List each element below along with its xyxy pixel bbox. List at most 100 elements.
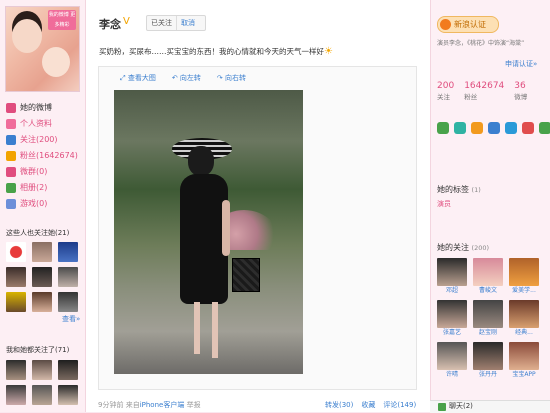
unfollow-link[interactable]: 取消 — [177, 16, 199, 30]
photo-leg — [212, 302, 218, 358]
rotate-right-link[interactable]: ↷ 向右转 — [217, 73, 246, 83]
fans-icon — [6, 151, 16, 161]
user-avatar[interactable] — [58, 292, 78, 312]
app-icon[interactable] — [454, 122, 466, 134]
favorite-link[interactable]: 收藏 — [361, 400, 375, 410]
user-avatar[interactable] — [32, 242, 52, 262]
user-avatar — [437, 342, 467, 370]
app-icon[interactable] — [488, 122, 500, 134]
user-avatar[interactable] — [6, 267, 26, 287]
avatar-mother-face — [12, 19, 42, 53]
user-avatar — [509, 300, 539, 328]
follow-item[interactable]: 许晴 — [437, 342, 467, 380]
user-avatar[interactable] — [58, 360, 78, 380]
follow-item[interactable]: 爱美学... — [509, 258, 539, 296]
image-tools: ⤢ 查看大图 ↶ 向左转 ↷ 向右转 — [120, 73, 246, 83]
app-icon[interactable] — [437, 122, 449, 134]
nav-item-weibo[interactable]: 她的微博 — [6, 100, 82, 116]
user-avatar[interactable] — [32, 360, 52, 380]
photo-leg — [194, 302, 200, 354]
more-link[interactable]: 查看» — [62, 314, 80, 324]
user-avatar — [509, 258, 539, 286]
follow-icon — [6, 135, 16, 145]
nav-item-groups[interactable]: 微群(0) — [6, 164, 82, 180]
follow-item[interactable]: 赵宝刚 — [473, 300, 503, 338]
photo-arm — [222, 200, 230, 256]
photo-bag — [232, 258, 260, 292]
follow-item[interactable]: 张嘉艺 — [437, 300, 467, 338]
common-follow-grid — [6, 360, 78, 405]
app-icon[interactable] — [539, 122, 550, 134]
tags-title: 她的标签 (1) — [437, 185, 481, 194]
user-avatar[interactable] — [32, 292, 52, 312]
follow-item[interactable]: 张丹丹 — [473, 342, 503, 380]
user-avatar[interactable] — [58, 267, 78, 287]
comment-link[interactable]: 评论(149) — [383, 400, 416, 410]
app-icon[interactable] — [471, 122, 483, 134]
user-avatar[interactable] — [32, 267, 52, 287]
user-avatar[interactable] — [58, 242, 78, 262]
user-avatar — [437, 258, 467, 286]
nav-item-fans[interactable]: 粉丝(1642674) — [6, 148, 82, 164]
verify-icon — [440, 19, 451, 30]
profile-stats: 200 关注 1642674 粉丝 36 微博 — [437, 81, 527, 101]
user-avatar — [473, 300, 503, 328]
user-avatar — [473, 258, 503, 286]
profile-nav: 她的微博 个人资料 关注(200) 粉丝(1642674) 微群(0) 相册(2… — [6, 100, 82, 212]
sina-verify-badge[interactable]: 新浪认证 — [437, 16, 499, 33]
follow-item[interactable]: 邓超 — [437, 258, 467, 296]
stat-posts[interactable]: 36 微博 — [514, 81, 527, 101]
stat-following[interactable]: 200 关注 — [437, 81, 454, 101]
user-avatar[interactable] — [58, 385, 78, 405]
home-icon — [6, 103, 16, 113]
view-large-link[interactable]: ⤢ 查看大图 — [120, 73, 156, 83]
common-follow-title: 我和她都关注了(71) — [6, 346, 70, 354]
avatar-baby-face — [42, 47, 70, 77]
also-follow-grid — [6, 242, 78, 312]
follow-item[interactable]: 曹峻文 — [473, 258, 503, 296]
follow-item[interactable]: 经典... — [509, 300, 539, 338]
game-icon — [6, 199, 16, 209]
user-avatar[interactable] — [6, 360, 26, 380]
profile-name: 李念 — [99, 18, 121, 31]
post-text: 买奶粉，买尿布……买宝宝的东西！我的心情就和今天的天气一样好☀ — [99, 46, 333, 57]
follow-status-button[interactable]: 已关注 取消 — [146, 15, 206, 31]
app-icons — [437, 122, 550, 134]
person-icon — [6, 119, 16, 129]
post-meta: 9分钟前 来自iPhone客户端 举报 — [98, 401, 201, 409]
group-icon — [6, 167, 16, 177]
nav-item-games[interactable]: 游戏(0) — [6, 196, 82, 212]
photo-head — [188, 146, 214, 176]
sun-icon: ☀ — [324, 46, 333, 57]
chat-icon — [438, 403, 446, 411]
user-avatar[interactable] — [6, 242, 26, 262]
app-icon[interactable] — [522, 122, 534, 134]
apply-verify-link[interactable]: 申请认证» — [505, 59, 537, 69]
repost-link[interactable]: 转发(30) — [325, 400, 353, 410]
nav-item-profile[interactable]: 个人资料 — [6, 116, 82, 132]
chat-bar[interactable]: 聊天(2) — [430, 400, 550, 413]
profile-avatar[interactable]: 我的微博 更多精彩 — [5, 6, 80, 92]
stat-fans[interactable]: 1642674 粉丝 — [464, 81, 504, 101]
user-avatar[interactable] — [6, 385, 26, 405]
user-avatar — [473, 342, 503, 370]
user-avatar[interactable] — [32, 385, 52, 405]
her-follow-title: 她的关注 (200) — [437, 243, 490, 252]
post-photo[interactable] — [114, 90, 303, 374]
avatar-tag: 我的微博 更多精彩 — [48, 10, 76, 30]
photo-dress — [180, 174, 228, 304]
report-link[interactable]: 举报 — [187, 401, 201, 409]
rotate-left-link[interactable]: ↶ 向左转 — [172, 73, 201, 83]
post-actions: 转发(30) 收藏 评论(149) — [325, 400, 416, 410]
nav-item-following[interactable]: 关注(200) — [6, 132, 82, 148]
user-avatar — [509, 342, 539, 370]
verified-v-icon: V — [123, 16, 130, 27]
tag-link[interactable]: 演员 — [437, 199, 451, 209]
verify-intro: 演员李念，《桃花》中饰演“海棠” — [437, 40, 525, 47]
nav-item-album[interactable]: 相册(2) — [6, 180, 82, 196]
her-follow-grid: 邓超 曹峻文 爱美学... 张嘉艺 赵宝刚 经典... 许晴 张丹丹 宝宝APP — [437, 258, 539, 380]
user-avatar — [437, 300, 467, 328]
app-icon[interactable] — [505, 122, 517, 134]
follow-item[interactable]: 宝宝APP — [509, 342, 539, 380]
user-avatar[interactable] — [6, 292, 26, 312]
